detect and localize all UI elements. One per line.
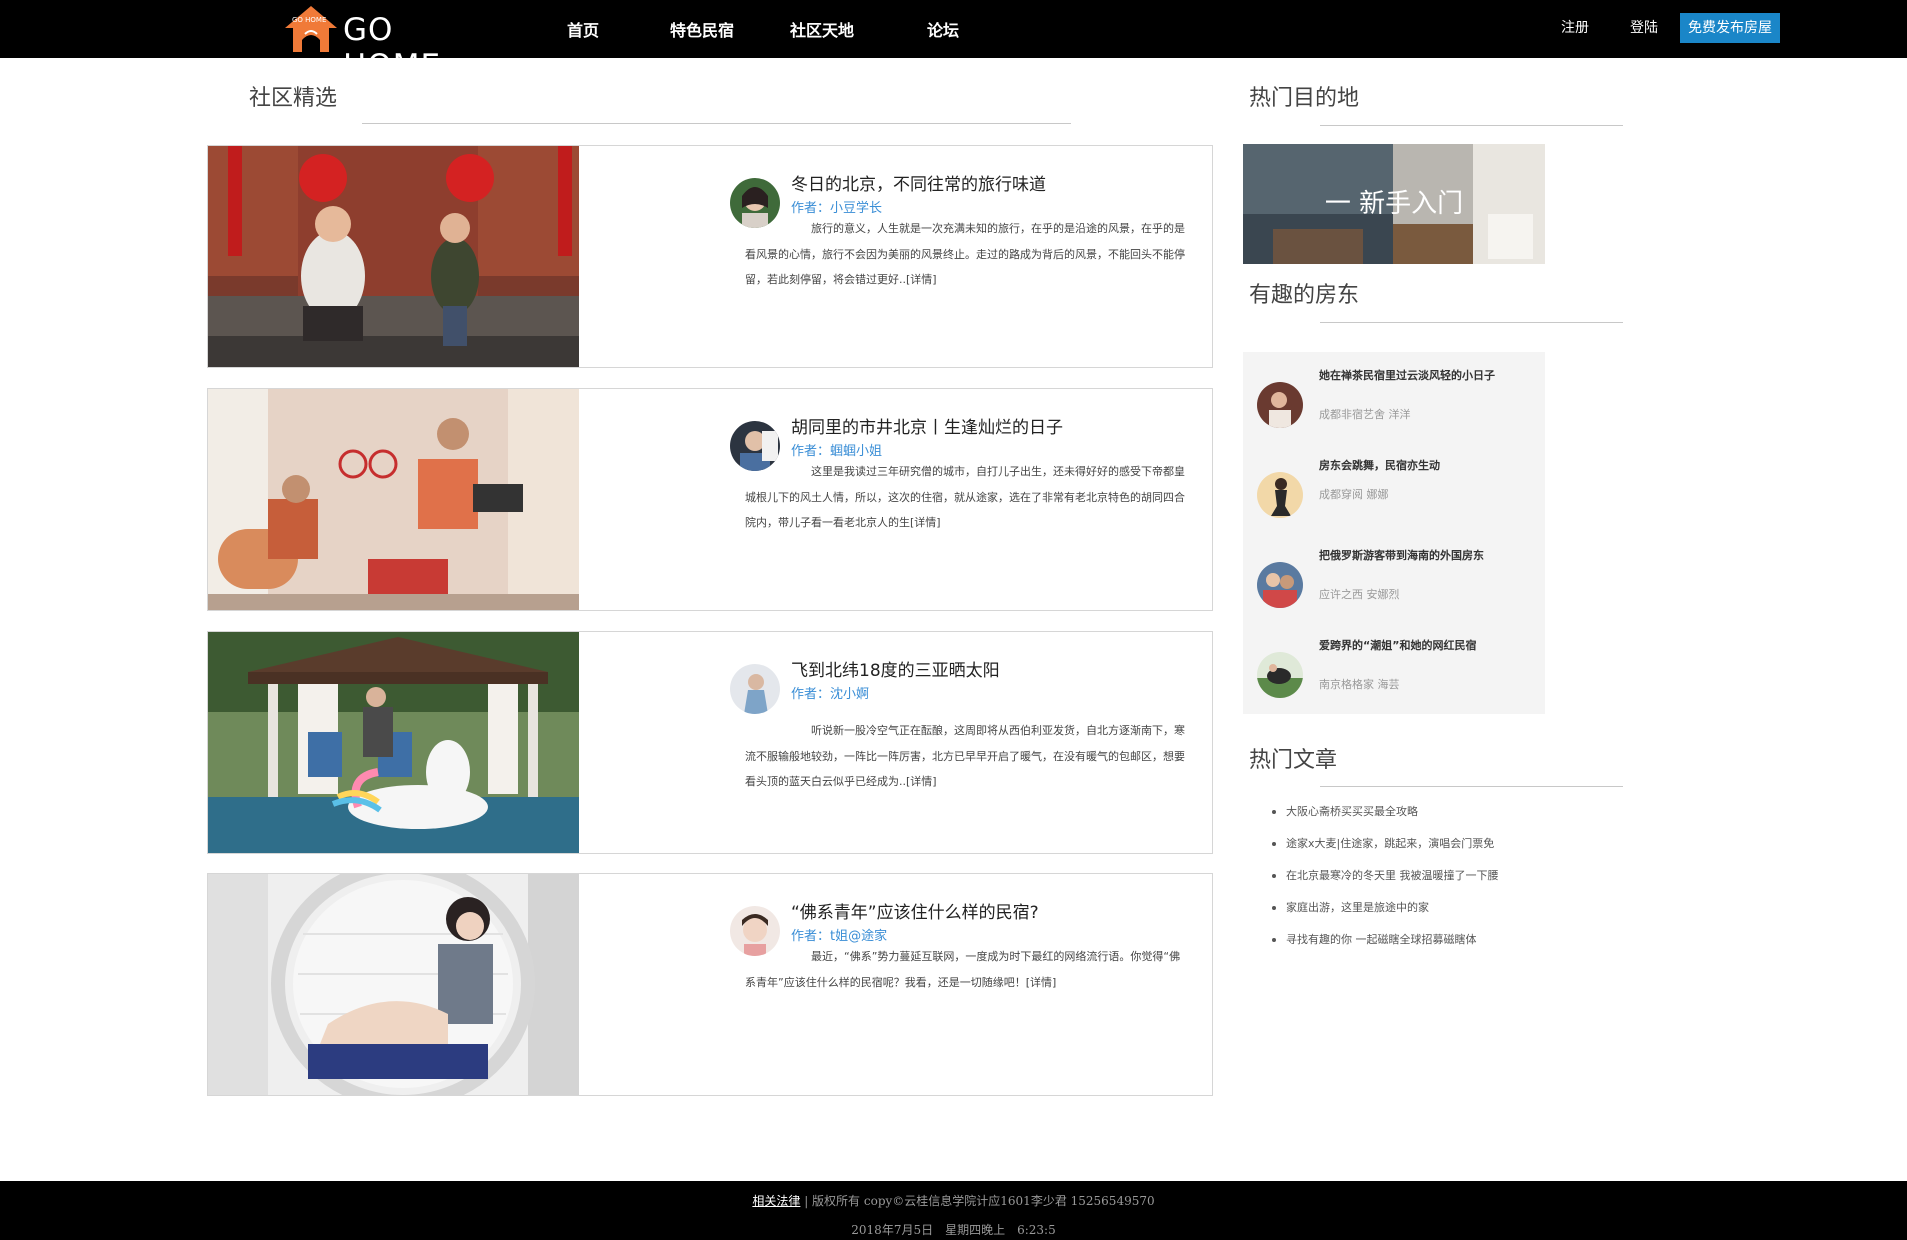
host-subtitle: 成都穿阅 娜娜: [1319, 488, 1389, 501]
footer-copyright-line: 相关法律 | 版权所有 copy©云桂信息学院计应1601李少君 1525654…: [0, 1192, 1907, 1209]
community-picks-divider: [362, 123, 1071, 124]
host-item[interactable]: 把俄罗斯游客带到海南的外国房东 应许之西 安娜烈: [1257, 546, 1537, 616]
host-avatar[interactable]: [1257, 562, 1303, 608]
host-subtitle: 成都非宿艺舍 洋洋: [1319, 408, 1411, 421]
hot-articles-title: 热门文章: [1249, 748, 1338, 773]
article-title[interactable]: “佛系青年”应该住什么样的民宿?: [791, 898, 1039, 923]
article-card[interactable]: 飞到北纬18度的三亚晒太阳 作者：沈小婀 听说新一股冷空气正在酝酿，这周即将从西…: [207, 631, 1213, 854]
article-title[interactable]: 飞到北纬18度的三亚晒太阳: [791, 656, 1000, 681]
article-author[interactable]: 作者：蝈蝈小姐: [791, 440, 882, 459]
article-more-link[interactable]: [详情]: [906, 775, 937, 788]
hot-article-link[interactable]: 大阪心斋桥买买买最全攻略: [1272, 800, 1499, 832]
logo-badge: GO HOME: [292, 16, 327, 24]
hot-articles-divider: [1320, 786, 1623, 787]
host-avatar[interactable]: [1257, 472, 1303, 518]
logo-text: GO HOME: [343, 12, 442, 84]
article-excerpt: 旅行的意义，人生就是一次充满未知的旅行，在乎的是沿途的风景，在乎的是看风景的心情…: [745, 216, 1185, 293]
host-title[interactable]: 房东会跳舞，民宿亦生动: [1319, 456, 1499, 476]
nav-forum[interactable]: 论坛: [927, 17, 959, 41]
login-link[interactable]: 登陆: [1630, 17, 1658, 37]
host-subtitle: 应许之西 安娜烈: [1319, 588, 1400, 601]
site-logo[interactable]: GO HOME GO HOME: [283, 4, 493, 84]
hot-articles-list: 大阪心斋桥买买买最全攻略 途家x大麦|住途家，跳起来，演唱会门票免 在北京最寒冷…: [1272, 800, 1499, 960]
host-title[interactable]: 把俄罗斯游客带到海南的外国房东: [1319, 546, 1499, 566]
article-author[interactable]: 作者：小豆学长: [791, 197, 882, 216]
publish-house-button[interactable]: 免费发布房屋: [1680, 13, 1780, 43]
hosts-list: 她在禅茶民宿里过云淡风轻的小日子 成都非宿艺舍 洋洋 房东会跳舞，民宿亦生动 成…: [1243, 352, 1545, 714]
article-card[interactable]: “佛系青年”应该住什么样的民宿? 作者：t姐@途家 最近，“佛系”势力蔓延互联网…: [207, 873, 1213, 1096]
footer-datetime: 2018年7月5日 星期四晚上 6:23:5: [851, 1223, 1056, 1237]
article-title[interactable]: 胡同里的市井北京丨生逢灿烂的日子: [791, 413, 1063, 438]
nav-community[interactable]: 社区天地: [790, 17, 854, 41]
nav-home[interactable]: 首页: [567, 17, 599, 41]
article-photo[interactable]: [208, 632, 579, 853]
house-logo-icon: [285, 6, 337, 52]
article-excerpt: 最近，“佛系”势力蔓延互联网，一度成为时下最红的网络流行语。你觉得“佛系青年”应…: [745, 944, 1185, 995]
article-photo[interactable]: [208, 389, 579, 610]
host-avatar[interactable]: [1257, 382, 1303, 428]
article-photo[interactable]: [208, 874, 579, 1095]
article-more-link[interactable]: [详情]: [1026, 976, 1057, 989]
article-card[interactable]: 冬日的北京，不同往常的旅行味道 作者：小豆学长 旅行的意义，人生就是一次充满未知…: [207, 145, 1213, 368]
hot-article-link[interactable]: 寻找有趣的你 一起磁瞎全球招募磁瞎体: [1272, 928, 1499, 960]
article-photo[interactable]: [208, 146, 579, 367]
article-author[interactable]: 作者：t姐@途家: [791, 925, 887, 944]
host-item[interactable]: 爱跨界的“潮姐”和她的网红民宿 南京格格家 海芸: [1257, 636, 1537, 706]
article-more-link[interactable]: [详情]: [906, 273, 937, 286]
article-excerpt-text: 这里是我读过三年研究僧的城市，自打儿子出生，还未得好好的感受下帝都皇城根儿下的风…: [745, 465, 1185, 529]
article-excerpt: 这里是我读过三年研究僧的城市，自打儿子出生，还未得好好的感受下帝都皇城根儿下的风…: [745, 459, 1185, 536]
article-excerpt-text: 旅行的意义，人生就是一次充满未知的旅行，在乎的是沿途的风景，在乎的是看风景的心情…: [745, 222, 1185, 286]
community-picks-title: 社区精选: [249, 86, 338, 111]
register-link[interactable]: 注册: [1561, 17, 1589, 37]
hot-destinations-title: 热门目的地: [1249, 86, 1360, 111]
beginner-guide-banner[interactable]: 一 新手入门: [1243, 144, 1545, 264]
banner-text: 一 新手入门: [1324, 189, 1464, 219]
host-item[interactable]: 她在禅茶民宿里过云淡风轻的小日子 成都非宿艺舍 洋洋: [1257, 366, 1537, 436]
top-navbar: GO HOME GO HOME 首页 特色民宿 社区天地 论坛 注册 登陆 免费…: [0, 0, 1907, 84]
hot-destinations-divider: [1320, 125, 1623, 126]
article-author[interactable]: 作者：沈小婀: [791, 683, 869, 702]
host-avatar[interactable]: [1257, 652, 1303, 698]
article-more-link[interactable]: [详情]: [910, 516, 941, 529]
interesting-hosts-divider: [1320, 322, 1623, 323]
host-item[interactable]: 房东会跳舞，民宿亦生动 成都穿阅 娜娜: [1257, 456, 1537, 526]
host-title[interactable]: 爱跨界的“潮姐”和她的网红民宿: [1319, 636, 1499, 656]
hot-article-link[interactable]: 家庭出游，这里是旅途中的家: [1272, 896, 1499, 928]
copyright-text: | 版权所有 copy©云桂信息学院计应1601李少君 15256549570: [804, 1194, 1155, 1208]
nav-featured-homestays[interactable]: 特色民宿: [670, 17, 734, 41]
site-footer: 相关法律 | 版权所有 copy©云桂信息学院计应1601李少君 1525654…: [0, 1181, 1907, 1240]
host-subtitle: 南京格格家 海芸: [1319, 678, 1400, 691]
article-excerpt: 听说新一股冷空气正在酝酿，这周即将从西伯利亚发货，自北方逐渐南下，寒流不服输般地…: [745, 718, 1185, 795]
related-law-link[interactable]: 相关法律: [752, 1194, 800, 1208]
interesting-hosts-title: 有趣的房东: [1249, 283, 1360, 308]
article-card[interactable]: 胡同里的市井北京丨生逢灿烂的日子 作者：蝈蝈小姐 这里是我读过三年研究僧的城市，…: [207, 388, 1213, 611]
article-excerpt-text: 最近，“佛系”势力蔓延互联网，一度成为时下最红的网络流行语。你觉得“佛系青年”应…: [745, 950, 1181, 989]
article-title[interactable]: 冬日的北京，不同往常的旅行味道: [791, 170, 1046, 195]
article-excerpt-text: 听说新一股冷空气正在酝酿，这周即将从西伯利亚发货，自北方逐渐南下，寒流不服输般地…: [745, 724, 1185, 788]
host-title[interactable]: 她在禅茶民宿里过云淡风轻的小日子: [1319, 366, 1499, 386]
hot-article-link[interactable]: 在北京最寒冷的冬天里 我被温暖撞了一下腰: [1272, 864, 1499, 896]
hot-article-link[interactable]: 途家x大麦|住途家，跳起来，演唱会门票免: [1272, 832, 1499, 864]
author-avatar[interactable]: [730, 664, 780, 714]
